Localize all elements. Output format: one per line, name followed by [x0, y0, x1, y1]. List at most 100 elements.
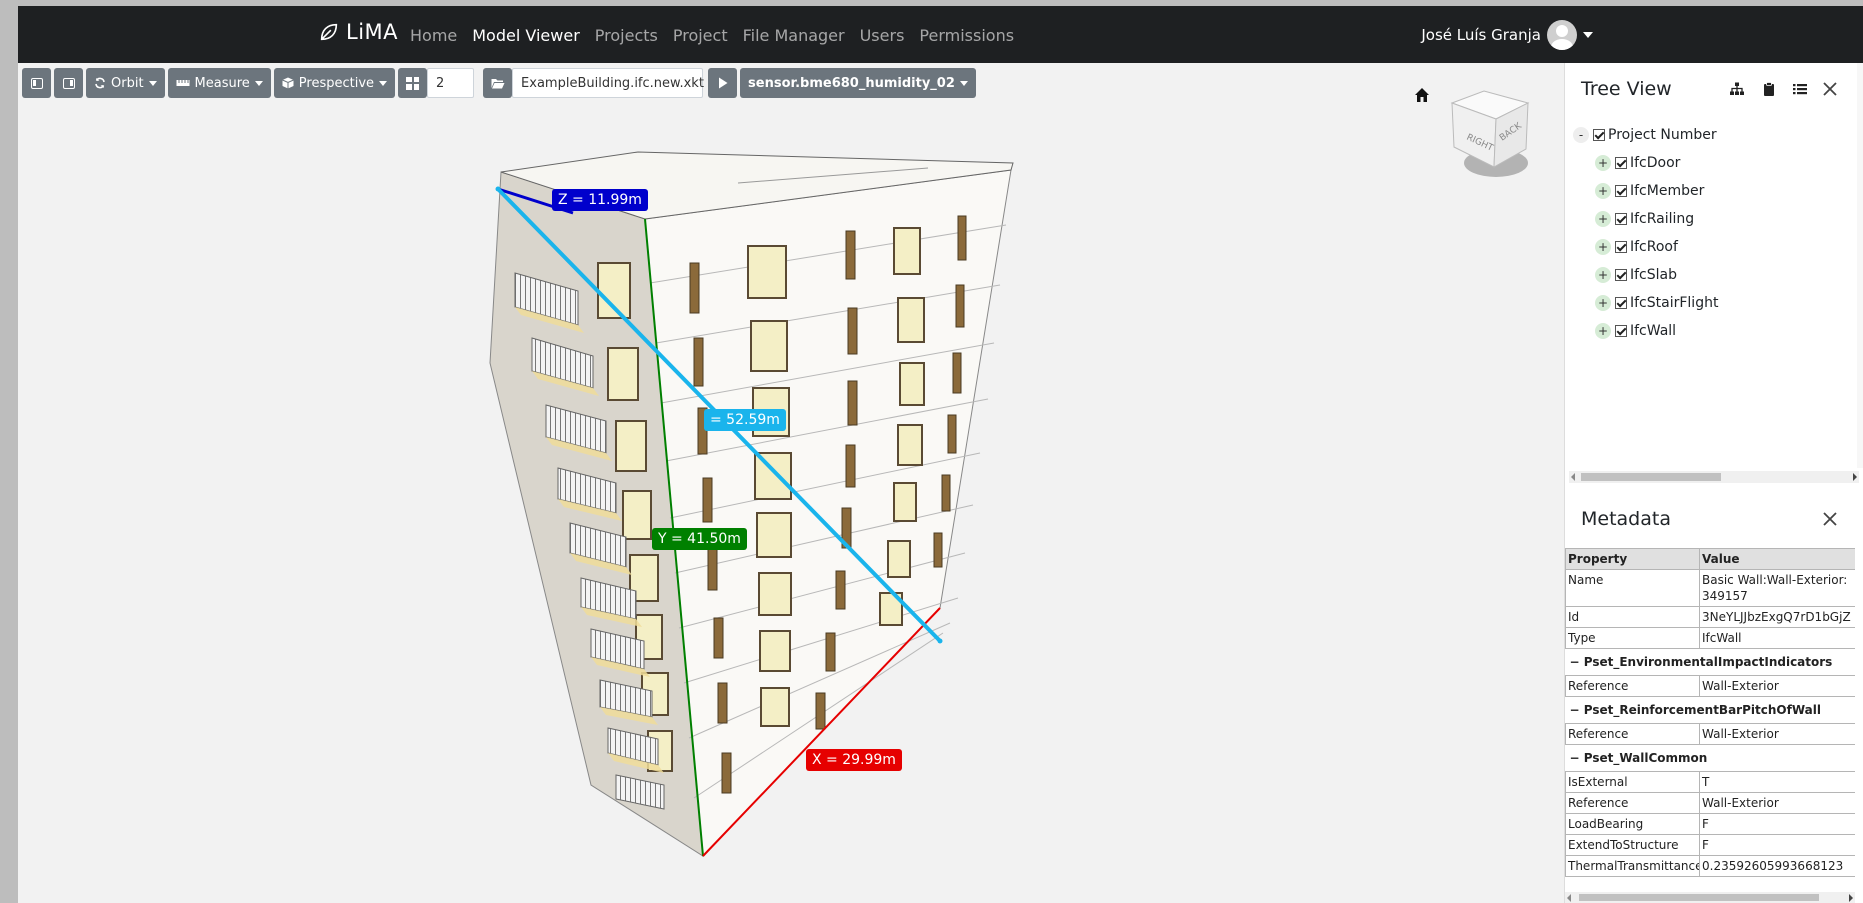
property-cell: IsExternal [1565, 771, 1700, 793]
z-measure-label[interactable]: Z = 11.99m [552, 189, 648, 211]
tree-vertical-scrollbar[interactable] [1857, 63, 1863, 468]
nav-link-projects[interactable]: Projects [595, 26, 658, 45]
scroll-right-icon[interactable] [1853, 473, 1857, 481]
chevron-down-icon [148, 80, 157, 86]
tree-toggle-expand[interactable]: + [1595, 323, 1611, 339]
grid-icon [406, 76, 420, 90]
tree-node-label: IfcRailing [1630, 211, 1695, 227]
tree-toggle-expand[interactable]: + [1595, 211, 1611, 227]
x-measure-label[interactable]: X = 29.99m [806, 749, 902, 771]
cube-icon [282, 77, 294, 89]
tree-toggle-expand[interactable]: + [1595, 295, 1611, 311]
right-panel: Tree View - Project Number + IfcDoor + I… [1564, 63, 1863, 903]
tree-node-ifcrailing[interactable]: + IfcRailing [1573, 205, 1858, 233]
scroll-left-icon[interactable] [1571, 473, 1575, 481]
scrollbar-thumb[interactable] [1581, 473, 1721, 481]
scrollbar-thumb[interactable] [1579, 894, 1819, 901]
tree-checkbox[interactable] [1615, 213, 1627, 225]
collapse-icon[interactable]: − [1570, 655, 1584, 669]
home-icon[interactable] [1414, 87, 1430, 103]
tree-checkbox[interactable] [1615, 241, 1627, 253]
tree-toggle-expand[interactable]: + [1595, 183, 1611, 199]
tree-toggle-expand[interactable]: + [1595, 239, 1611, 255]
grid-button[interactable] [398, 68, 428, 98]
grid-count-input[interactable]: 2 [427, 68, 475, 98]
tree-node-ifcslab[interactable]: + IfcSlab [1573, 261, 1858, 289]
building-model[interactable] [18, 63, 1564, 903]
scroll-left-icon[interactable] [1567, 894, 1571, 902]
tree-toggle-collapse[interactable]: - [1573, 127, 1589, 143]
avatar [1547, 20, 1577, 50]
play-button[interactable] [708, 68, 738, 98]
property-set-name: Pset_WallCommon [1583, 751, 1708, 765]
nav-link-file-manager[interactable]: File Manager [743, 26, 845, 45]
length-measure-label[interactable]: = 52.59m [704, 409, 786, 431]
y-measure-label[interactable]: Y = 41.50m [652, 528, 747, 550]
tree-checkbox[interactable] [1615, 157, 1627, 169]
property-cell: Reference [1565, 723, 1700, 745]
user-menu[interactable]: José Luís Granja [1421, 20, 1593, 50]
tree-toggle-expand[interactable]: + [1595, 155, 1611, 171]
nav-link-permissions[interactable]: Permissions [919, 26, 1014, 45]
sensor-label: sensor.bme680_humidity_02 [748, 75, 955, 91]
file-name-field[interactable]: ExampleBuilding.ifc.new.xkt [512, 68, 704, 98]
collapse-icon[interactable]: − [1570, 703, 1584, 717]
property-set-row[interactable]: − Pset_ReinforcementBarPitchOfWall [1565, 696, 1855, 724]
metadata-header: Metadata [1565, 493, 1863, 543]
value-cell: Basic Wall:Wall-Exterior:349157 [1699, 569, 1855, 607]
orbit-dropdown[interactable]: Orbit [86, 68, 165, 98]
tree-node-ifcroof[interactable]: + IfcRoof [1573, 233, 1858, 261]
metadata-table-container[interactable]: Property Value Name Basic Wall:Wall-Exte… [1565, 548, 1855, 890]
chevron-down-icon [959, 80, 968, 86]
list-icon[interactable] [1793, 82, 1807, 96]
table-row: Name Basic Wall:Wall-Exterior:349157 [1565, 569, 1855, 607]
tree-toggle-expand[interactable]: + [1595, 267, 1611, 283]
tree-node-ifcwall[interactable]: + IfcWall [1573, 317, 1858, 345]
tree-checkbox[interactable] [1593, 129, 1605, 141]
sitemap-icon[interactable] [1730, 82, 1744, 96]
tree-checkbox[interactable] [1615, 185, 1627, 197]
nav-link-home[interactable]: Home [410, 26, 457, 45]
property-set-row[interactable]: − Pset_WallCommon [1565, 744, 1855, 772]
tree-node-ifcdoor[interactable]: + IfcDoor [1573, 149, 1858, 177]
table-row: Reference Wall-Exterior [1565, 675, 1855, 697]
tree-node-label: Project Number [1608, 127, 1717, 143]
property-set-row[interactable]: − Pset_EnvironmentalImpactIndicators [1565, 648, 1855, 676]
measure-dropdown[interactable]: Measure [167, 68, 271, 98]
tree-node-ifcstairflight[interactable]: + IfcStairFlight [1573, 289, 1858, 317]
tree-node-root[interactable]: - Project Number [1573, 121, 1858, 149]
tree-node-label: IfcDoor [1630, 155, 1681, 171]
close-tree-view-icon[interactable] [1822, 81, 1838, 97]
nav-link-project[interactable]: Project [673, 26, 728, 45]
ruler-icon [176, 80, 190, 86]
tree-checkbox[interactable] [1615, 269, 1627, 281]
clipboard-icon[interactable] [1762, 82, 1776, 96]
tree-checkbox[interactable] [1615, 297, 1627, 309]
tree-view-header: Tree View [1565, 63, 1863, 113]
tree-node-label: IfcRoof [1630, 239, 1678, 255]
toggle-right-panel-button[interactable] [54, 68, 83, 98]
measure-label: Measure [194, 75, 250, 91]
nav-link-users[interactable]: Users [860, 26, 905, 45]
table-row: IsExternal T [1565, 771, 1855, 793]
scroll-right-icon[interactable] [1849, 894, 1853, 902]
close-metadata-icon[interactable] [1822, 511, 1838, 527]
toggle-left-panel-button[interactable] [22, 68, 51, 98]
nav-links: Home Model Viewer Projects Project File … [410, 26, 1029, 45]
sensor-dropdown[interactable]: sensor.bme680_humidity_02 [740, 68, 976, 98]
metadata-horizontal-scrollbar[interactable] [1565, 892, 1855, 903]
navigation-cube[interactable]: RIGHT BACK [1448, 83, 1544, 183]
nav-link-model-viewer[interactable]: Model Viewer [472, 26, 580, 45]
projection-dropdown[interactable]: Prespective [273, 68, 396, 98]
value-cell: T [1699, 771, 1855, 793]
tree-checkbox[interactable] [1615, 325, 1627, 337]
tree-horizontal-scrollbar[interactable] [1569, 471, 1859, 483]
tree-node-ifcmember[interactable]: + IfcMember [1573, 177, 1858, 205]
brand[interactable]: LiMA [318, 20, 398, 44]
table-row: Reference Wall-Exterior [1565, 723, 1855, 745]
collapse-icon[interactable]: − [1570, 751, 1584, 765]
metadata-table: Property Value Name Basic Wall:Wall-Exte… [1565, 548, 1855, 877]
value-cell: Wall-Exterior [1699, 675, 1855, 697]
open-file-button[interactable] [483, 68, 513, 98]
model-viewport[interactable]: Z = 11.99m = 52.59m Y = 41.50m X = 29.99… [18, 63, 1564, 903]
